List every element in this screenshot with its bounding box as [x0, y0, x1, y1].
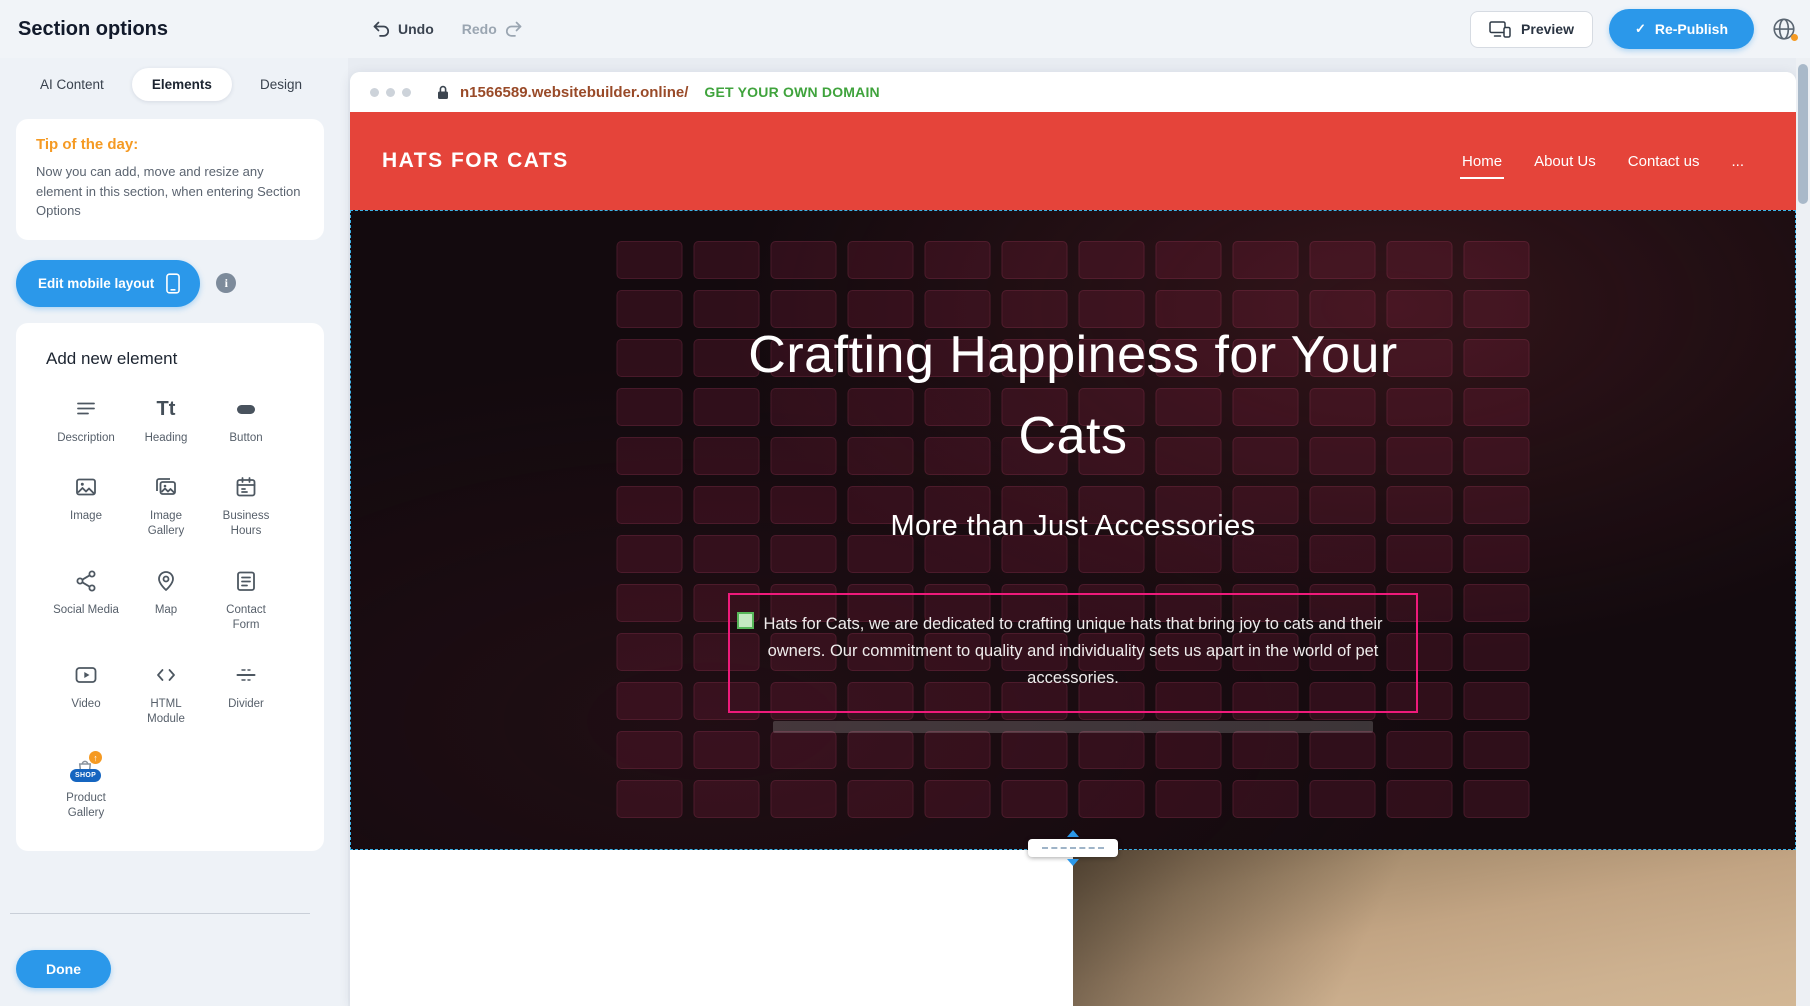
preview-button[interactable]: Preview [1470, 11, 1593, 48]
element-item-image-gallery[interactable]: Image Gallery [126, 473, 206, 539]
tip-body: Now you can add, move and resize any ele… [36, 162, 304, 221]
info-icon[interactable]: i [216, 273, 236, 293]
element-item-image[interactable]: Image [46, 473, 126, 539]
lock-icon [437, 85, 449, 100]
site-nav: Home About Us Contact us ... [1462, 153, 1744, 170]
heading-icon: Tt [157, 395, 176, 423]
element-item-map[interactable]: Map [126, 567, 206, 633]
undo-redo-group: Undo Redo [372, 0, 523, 58]
business-hours-icon [234, 473, 258, 501]
nav-home[interactable]: Home [1462, 153, 1502, 170]
site-url[interactable]: n1566589.websitebuilder.online/ [460, 84, 688, 101]
selected-paragraph-element[interactable]: Hats for Cats, we are dedicated to craft… [728, 593, 1418, 713]
mobile-layout-row: Edit mobile layout i [16, 260, 324, 307]
add-new-element-card: Add new element Description Tt Heading B… [16, 323, 324, 851]
done-button[interactable]: Done [16, 950, 111, 988]
next-section-text-area [350, 850, 1073, 1006]
get-your-own-domain-link[interactable]: GET YOUR OWN DOMAIN [704, 84, 879, 100]
add-new-element-title: Add new element [46, 349, 310, 369]
button-icon [234, 395, 258, 423]
editor-canvas: n1566589.websitebuilder.online/ GET YOUR… [348, 58, 1796, 1006]
hero-content: Crafting Happiness for Your Cats More th… [351, 211, 1795, 849]
tip-title: Tip of the day: [36, 136, 304, 153]
element-item-contact-form[interactable]: Contact Form [206, 567, 286, 633]
redo-button[interactable]: Redo [462, 21, 523, 38]
video-icon [74, 661, 98, 689]
redo-icon [504, 21, 523, 38]
page-title: Section options [18, 18, 168, 41]
window-dot [386, 88, 395, 97]
resize-pill [1028, 839, 1118, 857]
hero-heading[interactable]: Crafting Happiness for Your Cats [723, 315, 1423, 476]
undo-label: Undo [398, 21, 434, 37]
product-gallery-icon: SHOP ↑ [70, 755, 102, 783]
element-item-video[interactable]: Video [46, 661, 126, 727]
resize-arrow-up-icon [1067, 830, 1079, 837]
scrollbar-thumb[interactable] [1798, 64, 1808, 204]
tab-design[interactable]: Design [250, 68, 312, 101]
resize-arrow-down-icon [1067, 859, 1079, 866]
element-item-social-media[interactable]: Social Media [46, 567, 126, 633]
republish-button[interactable]: ✓ Re-Publish [1609, 9, 1754, 49]
shop-badge: SHOP [70, 769, 101, 782]
nav-more[interactable]: ... [1731, 153, 1744, 170]
element-item-business-hours[interactable]: Business Hours [206, 473, 286, 539]
element-grid: Description Tt Heading Button Image [46, 395, 310, 821]
element-item-description[interactable]: Description [46, 395, 126, 446]
redo-label: Redo [462, 21, 497, 37]
undo-icon [372, 21, 391, 38]
undo-button[interactable]: Undo [372, 21, 434, 38]
map-icon [154, 567, 178, 595]
site-logo[interactable]: HATS FOR CATS [382, 149, 569, 173]
notification-dot [1791, 34, 1798, 41]
element-item-html-module[interactable]: HTML Module [126, 661, 206, 727]
preview-devices-icon [1489, 21, 1511, 38]
divider-icon [234, 661, 258, 689]
nav-about-us[interactable]: About Us [1534, 153, 1596, 170]
browser-chrome-bar: n1566589.websitebuilder.online/ GET YOUR… [350, 72, 1796, 112]
phone-icon [166, 273, 180, 294]
window-control-dots [370, 88, 411, 97]
sidebar-divider [10, 913, 310, 914]
description-icon [74, 395, 98, 423]
window-dot [402, 88, 411, 97]
hero-section[interactable]: Crafting Happiness for Your Cats More th… [350, 210, 1796, 850]
hero-paragraph: Hats for Cats, we are dedicated to craft… [758, 611, 1388, 691]
tab-ai-content[interactable]: AI Content [30, 68, 114, 101]
element-item-product-gallery[interactable]: SHOP ↑ Product Gallery [46, 755, 126, 821]
drag-ghost-bar [773, 721, 1373, 733]
section-resize-handle[interactable] [1028, 830, 1118, 866]
element-item-heading[interactable]: Tt Heading [126, 395, 206, 446]
canvas-scrollbar[interactable] [1796, 58, 1810, 1006]
window-dot [370, 88, 379, 97]
image-gallery-icon [154, 473, 178, 501]
element-item-button[interactable]: Button [206, 395, 286, 446]
nav-contact-us[interactable]: Contact us [1628, 153, 1700, 170]
preview-label: Preview [1521, 21, 1574, 37]
topbar-actions: Preview ✓ Re-Publish [1470, 0, 1798, 58]
tip-of-the-day-card: Tip of the day: Now you can add, move an… [16, 119, 324, 240]
browser-window: n1566589.websitebuilder.online/ GET YOUR… [350, 72, 1796, 1006]
edit-mobile-layout-button[interactable]: Edit mobile layout [16, 260, 200, 307]
check-icon: ✓ [1635, 21, 1646, 37]
contact-form-icon [234, 567, 258, 595]
hero-subheading[interactable]: More than Just Accessories [891, 510, 1256, 543]
sidebar: AI Content Elements Design Tip of the da… [0, 58, 340, 1006]
sidebar-tabs: AI Content Elements Design [0, 58, 340, 105]
upgrade-badge-icon: ↑ [89, 751, 102, 764]
element-item-divider[interactable]: Divider [206, 661, 286, 727]
image-icon [74, 473, 98, 501]
republish-label: Re-Publish [1655, 21, 1728, 37]
pavement-photo [1073, 850, 1796, 1006]
language-globe-icon[interactable] [1770, 15, 1798, 43]
site-header: HATS FOR CATS Home About Us Contact us .… [350, 112, 1796, 210]
html-module-icon [154, 661, 178, 689]
element-drag-handle[interactable] [737, 612, 754, 629]
topbar: Section options Undo Redo [0, 0, 1810, 58]
edit-mobile-layout-label: Edit mobile layout [38, 276, 154, 291]
tab-elements[interactable]: Elements [132, 68, 232, 101]
social-media-icon [74, 567, 98, 595]
next-section [350, 850, 1796, 1006]
